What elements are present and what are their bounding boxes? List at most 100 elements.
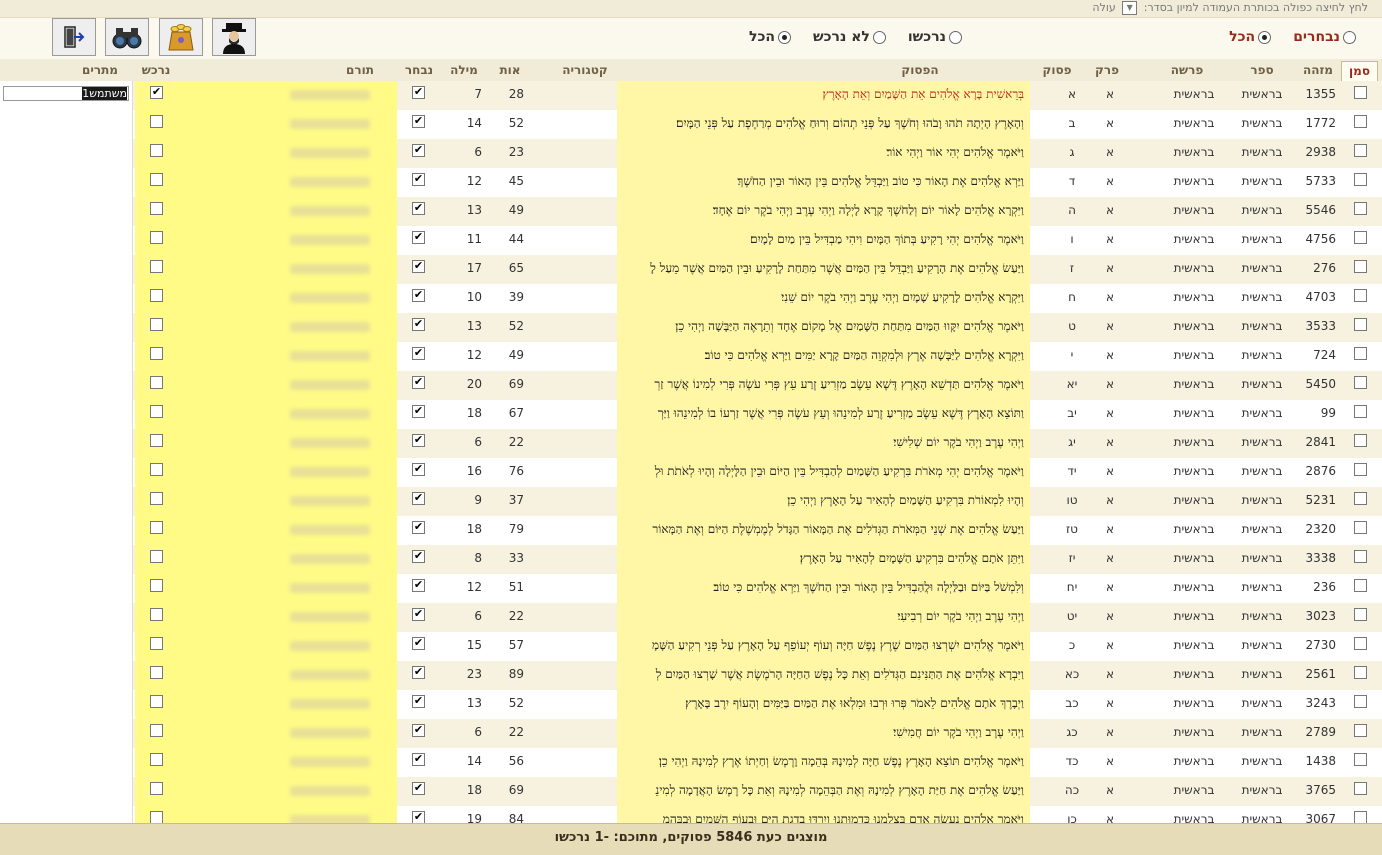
table-row[interactable]: 5450 בראשית בראשית א יא וַיֹּאמֶר אֱלֹהִים תַ… <box>0 371 1382 400</box>
mark-checkbox[interactable] <box>1354 666 1367 679</box>
mark-checkbox[interactable] <box>1354 318 1367 331</box>
purchased-option-1[interactable]: לא נרכש <box>813 29 886 45</box>
mark-checkbox[interactable] <box>1354 231 1367 244</box>
purchased-radio-0[interactable] <box>949 30 962 44</box>
table-row[interactable]: 276 בראשית בראשית א ז וַיַּעַשׂ אֱלֹהִים אֶת … <box>0 255 1382 284</box>
chosen-checkbox[interactable]: ✔ <box>412 115 425 128</box>
chosen-checkbox[interactable]: ✔ <box>412 521 425 534</box>
col-category[interactable]: קטגוריה <box>540 60 630 82</box>
chosen-checkbox[interactable]: ✔ <box>412 86 425 99</box>
search-button[interactable] <box>105 18 149 56</box>
table-row[interactable]: 1772 בראשית בראשית א ב וְהָאָרֶץ הָיְתָה תֹהו… <box>0 110 1382 139</box>
purchased-checkbox[interactable] <box>150 608 163 621</box>
table-row[interactable]: 3243 בראשית בראשית א כב וַיְבָרֶךְ אֹתָם אֱלֹ… <box>0 690 1382 719</box>
col-purchased[interactable]: נרכש <box>132 60 180 82</box>
mark-checkbox[interactable] <box>1354 376 1367 389</box>
purchased-checkbox[interactable] <box>150 782 163 795</box>
mark-checkbox[interactable] <box>1354 782 1367 795</box>
mark-checkbox[interactable] <box>1354 695 1367 708</box>
table-row[interactable]: 3338 בראשית בראשית א יז וַיִּתֵּן אֹתָם אֱלֹה… <box>0 545 1382 574</box>
table-row[interactable]: 2938 בראשית בראשית א ג וַיֹּאמֶר אֱלֹהִים יְה… <box>0 139 1382 168</box>
purchased-checkbox[interactable] <box>150 202 163 215</box>
table-row[interactable]: 2789 בראשית בראשית א כג וַיְהִי עֶרֶב וַיְהִי… <box>0 719 1382 748</box>
purchased-checkbox[interactable] <box>150 463 163 476</box>
purchased-option-0[interactable]: נרכשו <box>908 29 962 45</box>
purchased-checkbox[interactable] <box>150 173 163 186</box>
col-mark[interactable]: סמן <box>1341 61 1378 82</box>
col-chapter[interactable]: פרק <box>1082 60 1132 82</box>
table-row[interactable]: 3067 בראשית בראשית א כו וַיֹּאמֶר אֱלֹהִים נַ… <box>0 806 1382 823</box>
mark-checkbox[interactable] <box>1354 260 1367 273</box>
chosen-checkbox[interactable]: ✔ <box>412 231 425 244</box>
mark-checkbox[interactable] <box>1354 405 1367 418</box>
purchased-checkbox[interactable] <box>150 550 163 563</box>
purchased-checkbox[interactable] <box>150 376 163 389</box>
purchased-checkbox[interactable] <box>150 579 163 592</box>
coins-button[interactable] <box>159 18 203 56</box>
col-chosen[interactable]: נבחר <box>398 60 440 82</box>
chosen-checkbox[interactable]: ✔ <box>412 608 425 621</box>
table-row[interactable]: 236 בראשית בראשית א יח וְלִמְשֹׁל בַּיּוֹם וּ… <box>0 574 1382 603</box>
chosen-option-0[interactable]: נבחרים <box>1293 29 1356 45</box>
purchased-checkbox[interactable] <box>150 666 163 679</box>
mark-checkbox[interactable] <box>1354 579 1367 592</box>
col-letters[interactable]: אות <box>490 60 530 82</box>
table-row[interactable]: 1355 בראשית בראשית א א בְּרֵאשִׁית בָּרָא אֱל… <box>0 81 1382 110</box>
col-verse[interactable]: הפסוק <box>800 60 1040 82</box>
purchased-checkbox[interactable] <box>150 753 163 766</box>
table-row[interactable]: 2320 בראשית בראשית א טז וַיַּעַשׂ אֱלֹהִים אֶ… <box>0 516 1382 545</box>
table-row[interactable]: 99 בראשית בראשית א יב וַתּוֹצֵא הָאָרֶץ דֶּשֶ… <box>0 400 1382 429</box>
chosen-checkbox[interactable]: ✔ <box>412 173 425 186</box>
chosen-checkbox[interactable]: ✔ <box>412 144 425 157</box>
chosen-checkbox[interactable]: ✔ <box>412 202 425 215</box>
chosen-checkbox[interactable]: ✔ <box>412 550 425 563</box>
chosen-checkbox[interactable]: ✔ <box>412 492 425 505</box>
mark-checkbox[interactable] <box>1354 521 1367 534</box>
chosen-checkbox[interactable]: ✔ <box>412 434 425 447</box>
col-donor[interactable]: תורם <box>330 60 390 82</box>
mark-checkbox[interactable] <box>1354 434 1367 447</box>
purchased-checkbox[interactable] <box>150 289 163 302</box>
chosen-checkbox[interactable]: ✔ <box>412 289 425 302</box>
mark-checkbox[interactable] <box>1354 347 1367 360</box>
table-row[interactable]: 4756 בראשית בראשית א ו וַיֹּאמֶר אֱלֹהִים יְה… <box>0 226 1382 255</box>
mark-checkbox[interactable] <box>1354 173 1367 186</box>
purchased-checkbox[interactable] <box>150 347 163 360</box>
mark-checkbox[interactable] <box>1354 463 1367 476</box>
mark-checkbox[interactable] <box>1354 550 1367 563</box>
mark-checkbox[interactable] <box>1354 753 1367 766</box>
chosen-checkbox[interactable]: ✔ <box>412 579 425 592</box>
purchased-checkbox[interactable] <box>150 521 163 534</box>
chosen-radio-1[interactable] <box>1258 30 1272 44</box>
table-row[interactable]: 4703 בראשית בראשית א ח וַיִּקְרָא אֱלֹהִים לָ… <box>0 284 1382 313</box>
mark-checkbox[interactable] <box>1354 724 1367 737</box>
purchased-radio-1[interactable] <box>872 30 886 44</box>
mark-checkbox[interactable] <box>1354 144 1367 157</box>
mark-checkbox[interactable] <box>1354 289 1367 302</box>
mark-checkbox[interactable] <box>1354 202 1367 215</box>
table-row[interactable]: 2730 בראשית בראשית א כ וַיֹּאמֶר אֱלֹהִים יִש… <box>0 632 1382 661</box>
purchased-checkbox[interactable]: ✔ <box>150 86 163 99</box>
table-row[interactable]: 2841 בראשית בראשית א יג וַיְהִי עֶרֶב וַיְהִי… <box>0 429 1382 458</box>
chosen-checkbox[interactable]: ✔ <box>412 753 425 766</box>
chosen-checkbox[interactable]: ✔ <box>412 695 425 708</box>
col-book[interactable]: ספר <box>1232 60 1292 82</box>
donors-input[interactable]: משתמש1 <box>3 86 129 101</box>
mark-checkbox[interactable] <box>1354 115 1367 128</box>
mark-checkbox[interactable] <box>1354 86 1367 99</box>
purchased-checkbox[interactable] <box>150 115 163 128</box>
table-row[interactable]: 724 בראשית בראשית א י וַיִּקְרָא אֱלֹהִים לַי… <box>0 342 1382 371</box>
chosen-checkbox[interactable]: ✔ <box>412 376 425 389</box>
purchased-checkbox[interactable] <box>150 144 163 157</box>
table-row[interactable]: 3533 בראשית בראשית א ט וַיֹּאמֶר אֱלֹהִים יִק… <box>0 313 1382 342</box>
table-row[interactable]: 5231 בראשית בראשית א טו וְהָיוּ לִמְאוֹרֹת בִ… <box>0 487 1382 516</box>
col-words[interactable]: מילה <box>444 60 484 82</box>
col-verse-no[interactable]: פסוק <box>1034 60 1080 82</box>
purchased-checkbox[interactable] <box>150 405 163 418</box>
mark-checkbox[interactable] <box>1354 492 1367 505</box>
table-row[interactable]: 3765 בראשית בראשית א כה וַיַּעַשׂ אֱלֹהִים אֶ… <box>0 777 1382 806</box>
chosen-checkbox[interactable]: ✔ <box>412 405 425 418</box>
chosen-option-1[interactable]: הכל <box>1229 29 1272 45</box>
purchased-option-2[interactable]: הכל <box>749 29 792 45</box>
chosen-checkbox[interactable]: ✔ <box>412 463 425 476</box>
